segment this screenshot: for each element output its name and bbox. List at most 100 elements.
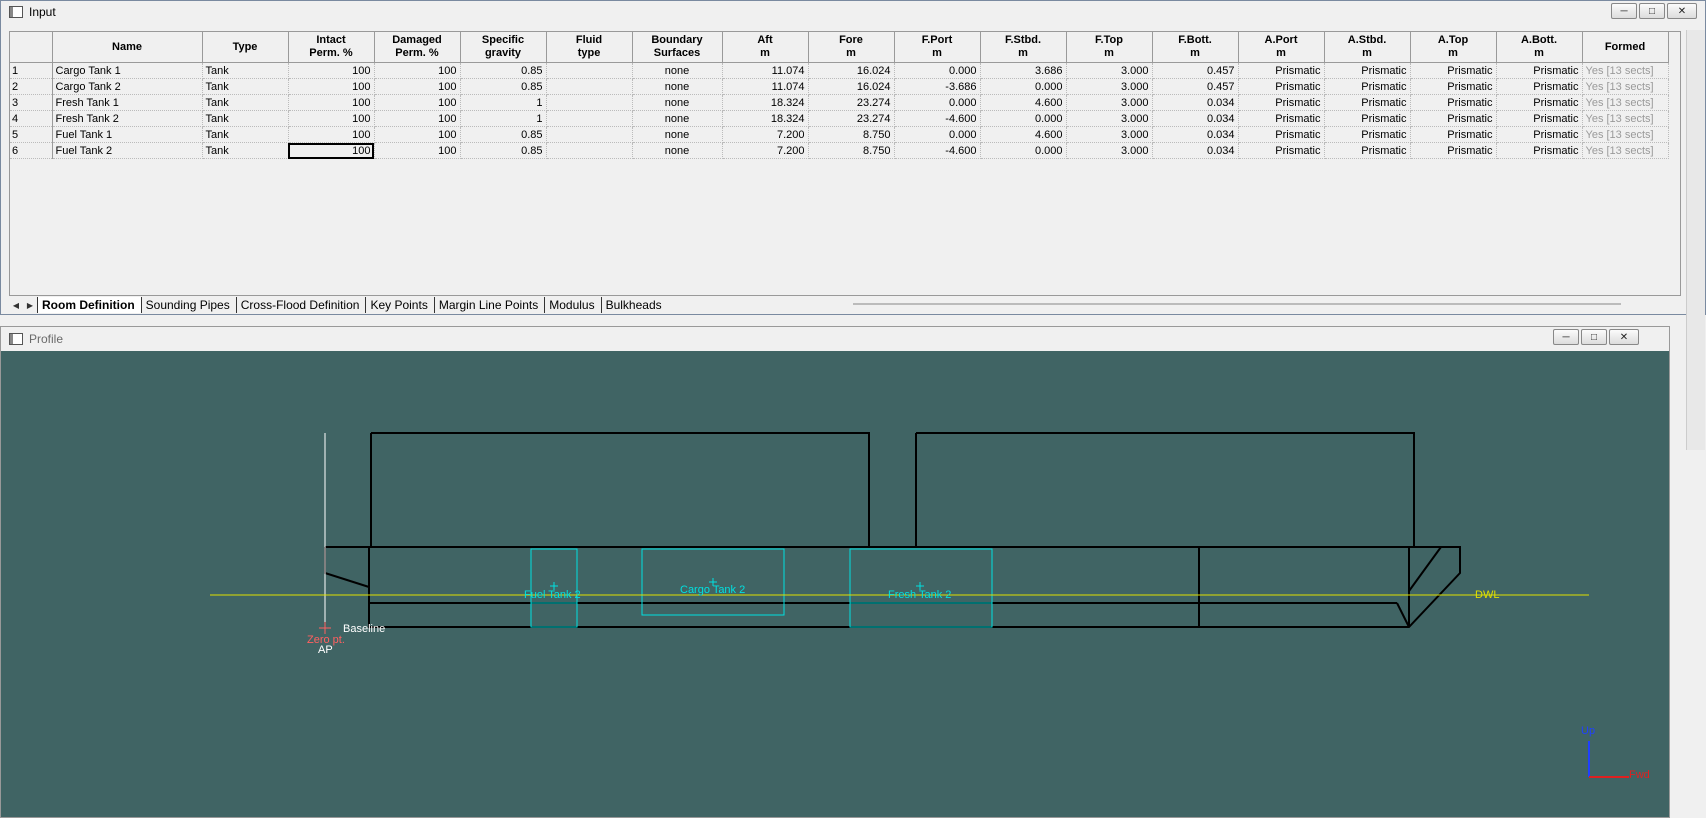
tab-bulkheads[interactable]: Bulkheads xyxy=(600,297,668,313)
table-cell[interactable]: 0.457 xyxy=(1152,62,1239,79)
table-cell[interactable] xyxy=(546,78,633,95)
minimize-button[interactable]: ─ xyxy=(1553,329,1579,345)
table-cell[interactable]: 23.274 xyxy=(808,110,895,127)
column-header[interactable]: A.Top m xyxy=(1410,32,1497,63)
table-cell[interactable]: 3.000 xyxy=(1066,142,1153,159)
table-cell[interactable]: 1 xyxy=(460,110,547,127)
table-cell[interactable]: 0.000 xyxy=(980,142,1067,159)
table-cell[interactable]: Yes [13 sects] xyxy=(1582,94,1669,111)
table-cell[interactable]: Yes [13 sects] xyxy=(1582,110,1669,127)
table-cell[interactable]: none xyxy=(632,110,723,127)
table-cell[interactable]: 23.274 xyxy=(808,94,895,111)
tab-modulus[interactable]: Modulus xyxy=(544,297,600,313)
row-number[interactable]: 4 xyxy=(10,110,53,127)
table-cell[interactable] xyxy=(546,142,633,159)
table-cell[interactable]: Cargo Tank 2 xyxy=(52,78,203,95)
column-header[interactable]: Aft m xyxy=(722,32,809,63)
table-cell[interactable]: Cargo Tank 1 xyxy=(52,62,203,79)
profile-view-canvas[interactable]: Fuel Tank 2 Cargo Tank 2 Fresh Tank 2 DW… xyxy=(1,351,1669,817)
table-cell[interactable]: 8.750 xyxy=(808,142,895,159)
row-number[interactable]: 6 xyxy=(10,142,53,159)
table-cell[interactable]: none xyxy=(632,142,723,159)
table-cell[interactable]: 100 xyxy=(374,110,461,127)
table-cell[interactable]: 4.600 xyxy=(980,126,1067,143)
table-cell[interactable]: Tank xyxy=(202,78,289,95)
close-button[interactable]: ✕ xyxy=(1667,3,1697,19)
table-cell[interactable]: Prismatic xyxy=(1410,110,1497,127)
table-cell[interactable]: Fuel Tank 2 xyxy=(52,142,203,159)
table-cell[interactable]: 0.85 xyxy=(460,126,547,143)
table-cell[interactable]: Prismatic xyxy=(1238,126,1325,143)
column-header[interactable]: F.Port m xyxy=(894,32,981,63)
table-cell[interactable]: 0.000 xyxy=(894,62,981,79)
table-cell[interactable]: 100 xyxy=(288,110,375,127)
table-cell[interactable]: 11.074 xyxy=(722,62,809,79)
table-cell[interactable]: 0.034 xyxy=(1152,110,1239,127)
maximize-button[interactable]: □ xyxy=(1639,3,1665,19)
column-header[interactable]: Fluid type xyxy=(546,32,633,63)
column-header[interactable]: Name xyxy=(52,32,203,63)
table-cell[interactable]: Prismatic xyxy=(1496,126,1583,143)
maximize-button[interactable]: □ xyxy=(1581,329,1607,345)
table-cell[interactable]: Tank xyxy=(202,94,289,111)
tab-key-points[interactable]: Key Points xyxy=(365,297,433,313)
table-cell[interactable]: 0.000 xyxy=(980,110,1067,127)
table-cell[interactable]: Prismatic xyxy=(1238,142,1325,159)
table-cell[interactable]: 3.000 xyxy=(1066,78,1153,95)
input-titlebar[interactable]: Input ─ □ ✕ xyxy=(1,1,1705,23)
table-cell[interactable]: 0.034 xyxy=(1152,94,1239,111)
table-cell[interactable]: 16.024 xyxy=(808,78,895,95)
table-cell[interactable]: -4.600 xyxy=(894,142,981,159)
room-definition-grid[interactable]: Name Type Intact Perm. % Damaged Perm. % Speci… xyxy=(9,31,1681,296)
column-header[interactable]: Boundary Surfaces xyxy=(632,32,723,63)
column-header[interactable]: F.Top m xyxy=(1066,32,1153,63)
table-cell[interactable]: Prismatic xyxy=(1496,142,1583,159)
table-cell[interactable]: Fresh Tank 2 xyxy=(52,110,203,127)
table-cell[interactable]: Tank xyxy=(202,62,289,79)
table-cell[interactable]: Fresh Tank 1 xyxy=(52,94,203,111)
table-cell[interactable]: Prismatic xyxy=(1324,78,1411,95)
table-cell[interactable]: 100 xyxy=(374,94,461,111)
table-cell[interactable] xyxy=(546,110,633,127)
table-cell[interactable]: Prismatic xyxy=(1410,62,1497,79)
table-cell[interactable]: 0.034 xyxy=(1152,142,1239,159)
profile-titlebar[interactable]: Profile ─ □ ✕ xyxy=(1,327,1669,351)
table-cell[interactable]: 100 xyxy=(288,126,375,143)
table-cell[interactable]: 4.600 xyxy=(980,94,1067,111)
table-cell[interactable]: 18.324 xyxy=(722,110,809,127)
table-cell[interactable]: 3.000 xyxy=(1066,110,1153,127)
table-cell[interactable] xyxy=(546,126,633,143)
horizontal-scrollbar[interactable] xyxy=(853,303,1621,305)
table-cell[interactable]: Tank xyxy=(202,110,289,127)
column-header[interactable]: A.Port m xyxy=(1238,32,1325,63)
column-header[interactable]: Damaged Perm. % xyxy=(374,32,461,63)
table-cell[interactable]: 0.85 xyxy=(460,62,547,79)
table-cell[interactable]: Prismatic xyxy=(1496,78,1583,95)
table-cell[interactable]: Tank xyxy=(202,142,289,159)
tab-sounding-pipes[interactable]: Sounding Pipes xyxy=(140,297,236,313)
table-cell[interactable]: Yes [13 sects] xyxy=(1582,126,1669,143)
table-cell[interactable]: 3.686 xyxy=(980,62,1067,79)
table-cell[interactable]: Prismatic xyxy=(1324,126,1411,143)
table-cell[interactable]: 0.457 xyxy=(1152,78,1239,95)
tab-scroll-left-icon[interactable]: ◀ xyxy=(9,301,23,310)
table-cell[interactable]: -4.600 xyxy=(894,110,981,127)
table-row[interactable]: 2 Cargo Tank 2 Tank 100 100 0.85 none 11.074 16.… xyxy=(10,78,1669,95)
table-cell[interactable]: Prismatic xyxy=(1410,126,1497,143)
table-cell[interactable]: 0.000 xyxy=(980,78,1067,95)
row-number[interactable]: 3 xyxy=(10,94,53,111)
table-cell[interactable]: Prismatic xyxy=(1324,62,1411,79)
table-row[interactable]: 1 Cargo Tank 1 Tank 100 100 0.85 none 11.074 16.… xyxy=(10,62,1669,79)
table-cell[interactable]: Fuel Tank 1 xyxy=(52,126,203,143)
row-number[interactable]: 5 xyxy=(10,126,53,143)
table-cell[interactable]: 3.000 xyxy=(1066,62,1153,79)
table-cell[interactable]: -3.686 xyxy=(894,78,981,95)
table-cell[interactable]: Tank xyxy=(202,126,289,143)
table-cell[interactable]: Prismatic xyxy=(1238,110,1325,127)
table-cell[interactable]: 0.85 xyxy=(460,78,547,95)
row-number[interactable]: 1 xyxy=(10,62,53,79)
table-cell[interactable]: Yes [13 sects] xyxy=(1582,78,1669,95)
table-cell[interactable]: Prismatic xyxy=(1238,62,1325,79)
table-cell[interactable]: Prismatic xyxy=(1496,110,1583,127)
table-cell[interactable]: 100 xyxy=(374,142,461,159)
